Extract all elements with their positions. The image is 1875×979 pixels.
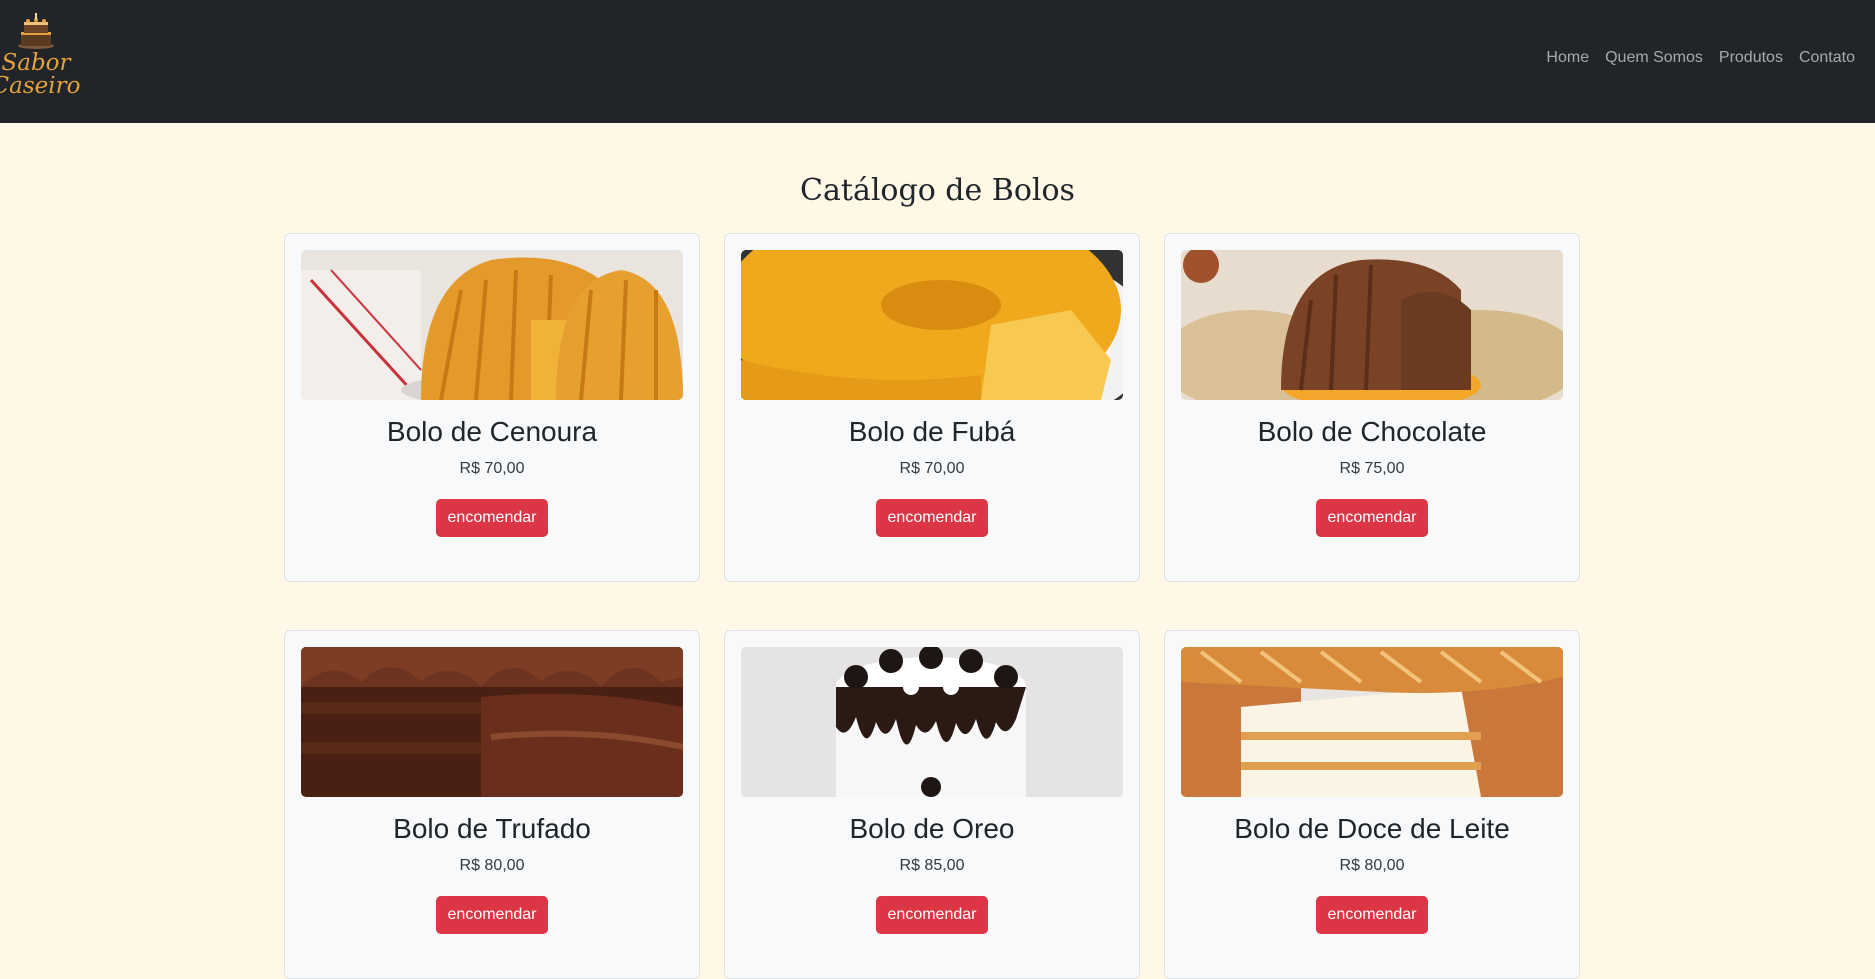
truffle-cake-image [301, 647, 683, 797]
product-title: Bolo de Trufado [393, 813, 591, 844]
carrot-cake-image [301, 250, 683, 400]
nav-link-home[interactable]: Home [1538, 49, 1597, 67]
product-card-cenoura: Bolo de Cenoura R$ 70,00 encomendar [284, 233, 700, 582]
product-title: Bolo de Doce de Leite [1234, 813, 1510, 844]
nav-menu: Home Quem Somos Produtos Contato [1538, 49, 1863, 67]
chocolate-cake-image [1181, 250, 1563, 400]
order-button[interactable]: encomendar [435, 499, 549, 537]
dulce-de-leche-cake-image [1181, 647, 1563, 797]
brand-name: Sabor Caseiro [0, 52, 80, 98]
nav-link-produtos[interactable]: Produtos [1711, 49, 1791, 67]
product-title: Bolo de Oreo [849, 813, 1015, 844]
order-button[interactable]: encomendar [875, 499, 989, 537]
cornmeal-cake-image [741, 250, 1123, 400]
product-price: R$ 85,00 [899, 857, 965, 874]
product-card-chocolate: Bolo de Chocolate R$ 75,00 encomendar [1164, 233, 1580, 582]
nav-link-quem-somos[interactable]: Quem Somos [1597, 49, 1711, 67]
cake-catalog-grid: Bolo de Cenoura R$ 70,00 encomendar Bolo… [284, 233, 1580, 979]
order-button[interactable]: encomendar [1315, 896, 1429, 934]
navbar: Sabor Caseiro Home Quem Somos Produtos C… [0, 0, 1875, 123]
product-price: R$ 80,00 [459, 857, 525, 874]
product-title: Bolo de Fubá [848, 416, 1016, 447]
brand-name-line2: Caseiro [0, 73, 81, 99]
product-title: Bolo de Cenoura [386, 416, 598, 447]
product-price: R$ 70,00 [899, 460, 965, 477]
product-price: R$ 80,00 [1339, 857, 1405, 874]
product-card-oreo: Bolo de Oreo R$ 85,00 encomendar [724, 630, 1140, 979]
product-price: R$ 70,00 [459, 460, 525, 477]
cake-logo-icon [18, 13, 54, 49]
order-button[interactable]: encomendar [875, 896, 989, 934]
brand-logo[interactable]: Sabor Caseiro [0, 12, 80, 112]
order-button[interactable]: encomendar [435, 896, 549, 934]
oreo-cake-image [741, 647, 1123, 797]
page-title: Catálogo de Bolos [800, 173, 1075, 208]
nav-link-contato[interactable]: Contato [1791, 49, 1863, 67]
product-price: R$ 75,00 [1339, 460, 1405, 477]
product-card-trufado: Bolo de Trufado R$ 80,00 encomendar [284, 630, 700, 979]
brand-name-line1: Sabor [1, 50, 71, 76]
order-button[interactable]: encomendar [1315, 499, 1429, 537]
product-card-doce-de-leite: Bolo de Doce de Leite R$ 80,00 encomenda… [1164, 630, 1580, 979]
product-card-fuba: Bolo de Fubá R$ 70,00 encomendar [724, 233, 1140, 582]
product-title: Bolo de Chocolate [1257, 416, 1487, 447]
